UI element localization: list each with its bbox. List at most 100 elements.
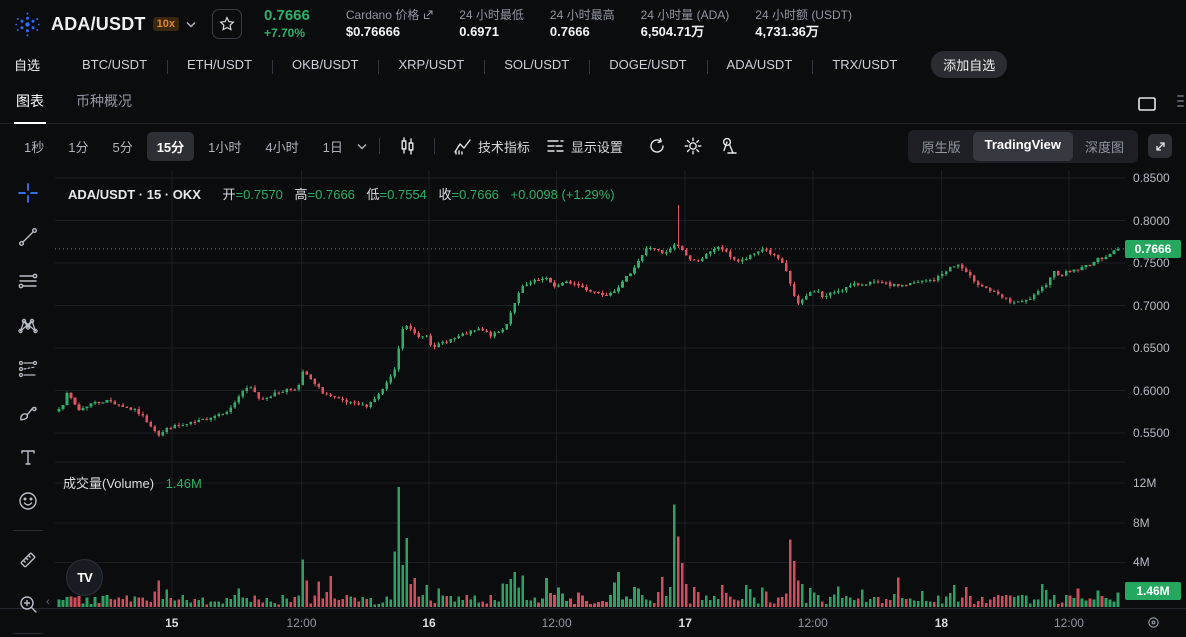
current-volume-badge: 1.46M	[1125, 582, 1181, 600]
tradingview-logo[interactable]: TV	[66, 559, 103, 596]
legend-change: +0.0098 (+1.29%)	[511, 187, 615, 202]
price-tick-label: 0.6500	[1133, 341, 1170, 355]
time-tick-label: 12:00	[286, 616, 316, 630]
stat-24h-volume-ada: 24 小时量 (ADA) 6,504.71万	[641, 7, 730, 41]
fib-retracement-icon[interactable]	[13, 266, 43, 296]
interval-1h[interactable]: 1小时	[198, 132, 251, 161]
time-tick-label: 12:00	[798, 616, 828, 630]
stat-index-price: Cardano 价格 $0.76666	[346, 7, 433, 41]
stat-24h-high: 24 小时最高 0.7666	[550, 7, 615, 41]
stat-label: Cardano 价格	[346, 7, 419, 23]
mode-native[interactable]: 原生版	[910, 132, 973, 161]
text-tool-icon[interactable]	[13, 442, 43, 472]
scale-icon[interactable]	[713, 132, 745, 160]
drawing-toolbar	[0, 178, 55, 637]
zoom-in-icon[interactable]	[13, 589, 43, 619]
price-tick-label: 0.8500	[1133, 171, 1170, 185]
indicators-icon	[453, 137, 472, 155]
volume-legend: 成交量(Volume) 1.46M	[63, 473, 202, 492]
watchlist-pair-sol[interactable]: SOL/USDT	[484, 57, 589, 72]
axis-settings-gear-icon[interactable]	[1146, 615, 1161, 630]
time-tick-label: 17	[679, 616, 692, 630]
stat-value: $0.76666	[346, 23, 433, 41]
volume-tick-label: 8M	[1133, 516, 1150, 530]
brush-icon[interactable]	[13, 398, 43, 428]
interval-15m[interactable]: 15分	[147, 132, 194, 161]
price-tick-label: 0.7000	[1133, 299, 1170, 313]
chart-toolbar: 1秒 1分 5分 15分 1小时 4小时 1日 技术指标 显示设置	[0, 124, 1186, 168]
replay-icon[interactable]	[641, 132, 673, 160]
cardano-logo	[14, 11, 41, 38]
watchlist-pair-xrp[interactable]: XRP/USDT	[378, 57, 484, 72]
price-tick-label: 0.8000	[1133, 214, 1170, 228]
crosshair-icon[interactable]	[13, 178, 43, 208]
stat-24h-low: 24 小时最低 0.6971	[459, 7, 524, 41]
watchlist-pair-ada[interactable]: ADA/USDT	[707, 57, 813, 72]
watchlist-pair-doge[interactable]: DOGE/USDT	[589, 57, 706, 72]
interval-1s[interactable]: 1秒	[14, 132, 54, 161]
tab-coin-overview[interactable]: 币种概况	[74, 81, 134, 123]
trend-line-icon[interactable]	[13, 222, 43, 252]
watchlist-bar: 自选 BTC/USDT ETH/USDT OKB/USDT XRP/USDT S…	[0, 48, 1186, 81]
xabcd-pattern-icon[interactable]	[13, 310, 43, 340]
view-tabs-row: 图表 币种概况	[0, 81, 1186, 124]
gridlines	[55, 170, 1125, 607]
price-change-pct: +7.70%	[264, 26, 310, 41]
mode-depth[interactable]: 深度图	[1073, 132, 1136, 161]
time-tick-label: 15	[165, 616, 178, 630]
mode-tradingview[interactable]: TradingView	[973, 132, 1073, 161]
time-tick-label: 18	[935, 616, 948, 630]
candlestick-plot[interactable]	[0, 168, 1186, 637]
watchlist-pair-okb[interactable]: OKB/USDT	[272, 57, 378, 72]
indicators-button[interactable]: 技术指标	[447, 133, 536, 160]
stat-24h-volume-usdt: 24 小时额 (USDT) 4,731.36万	[755, 7, 852, 41]
volume-tick-label: 12M	[1133, 476, 1156, 490]
candle-type-icon[interactable]	[392, 132, 422, 160]
legend-title: ADA/USDT · 15 · OKX	[68, 187, 201, 202]
interval-4h[interactable]: 4小时	[255, 132, 308, 161]
chevron-down-icon	[186, 21, 196, 28]
watchlist-my-tab[interactable]: 自选	[14, 55, 40, 74]
interval-more-chevron-icon[interactable]	[357, 143, 367, 150]
current-price-badge: 0.7666	[1125, 240, 1181, 258]
ruler-icon[interactable]	[13, 545, 43, 575]
instrument-header: ADA/USDT 10x 0.7666 +7.70% Cardano 价格 $0…	[0, 0, 1186, 48]
add-watchlist-button[interactable]: 添加自选	[931, 51, 1007, 78]
time-tick-label: 16	[422, 616, 435, 630]
volume-tick-label: 4M	[1133, 555, 1150, 569]
favorite-star-button[interactable]	[212, 9, 242, 39]
star-icon	[219, 16, 235, 32]
chart-region: ‹ ADA/USDT · 15 · OKX 开=0.7570 高=0.7666 …	[0, 168, 1186, 637]
external-link-icon[interactable]	[423, 10, 433, 20]
page-scrollbar[interactable]	[1177, 95, 1184, 107]
candles-layer	[58, 205, 1120, 437]
emoji-icon[interactable]	[13, 486, 43, 516]
interval-1d[interactable]: 1日	[313, 132, 353, 161]
ticker-stats: Cardano 价格 $0.76666 24 小时最低 0.6971 24 小时…	[346, 7, 852, 41]
volume-bars-layer	[58, 487, 1120, 607]
time-tick-label: 12:00	[1054, 616, 1084, 630]
last-price: 0.7666	[264, 7, 310, 26]
time-axis[interactable]: 1512:001612:001712:001812:00	[0, 608, 1186, 637]
display-settings-icon	[546, 137, 565, 155]
collapse-toolbar-icon[interactable]: ‹	[46, 596, 50, 608]
price-tick-label: 0.6000	[1133, 384, 1170, 398]
settings-gear-icon[interactable]	[677, 132, 709, 160]
display-settings-button[interactable]: 显示设置	[540, 133, 629, 160]
pair-selector[interactable]: ADA/USDT 10x	[51, 14, 196, 35]
interval-5m[interactable]: 5分	[102, 132, 142, 161]
interval-1m[interactable]: 1分	[58, 132, 98, 161]
price-axis[interactable]: 0.85000.80000.75000.70000.65000.60000.55…	[1125, 168, 1186, 608]
layout-rect-icon[interactable]	[1138, 97, 1156, 111]
ohlc-legend: ADA/USDT · 15 · OKX 开=0.7570 高=0.7666 低=…	[68, 184, 615, 203]
last-price-block: 0.7666 +7.70%	[264, 7, 310, 41]
tab-chart[interactable]: 图表	[14, 81, 46, 123]
watchlist-pair-trx[interactable]: TRX/USDT	[812, 57, 917, 72]
fullscreen-icon[interactable]	[1148, 134, 1172, 158]
toolbar-divider	[13, 530, 43, 531]
projection-icon[interactable]	[13, 354, 43, 384]
watchlist-pair-btc[interactable]: BTC/USDT	[62, 57, 167, 72]
toolbar-divider	[13, 633, 43, 634]
pair-title: ADA/USDT	[51, 14, 146, 35]
watchlist-pair-eth[interactable]: ETH/USDT	[167, 57, 272, 72]
